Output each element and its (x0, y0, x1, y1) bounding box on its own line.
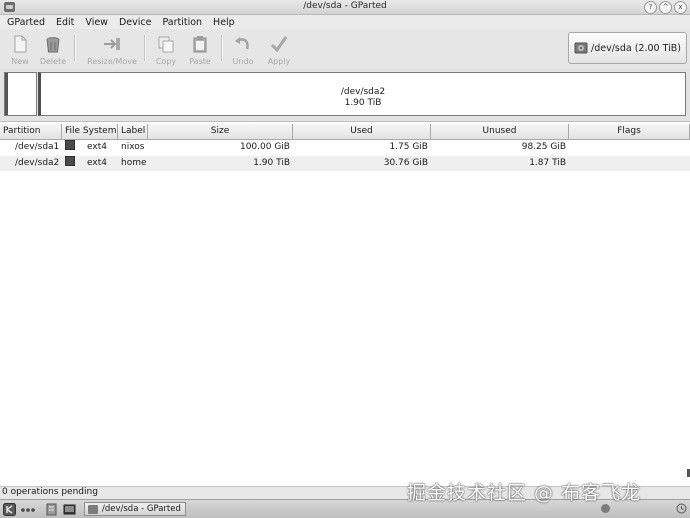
trash-icon (46, 37, 60, 53)
cell-flags (569, 156, 690, 171)
cell-partition: /dev/sda1 (15, 142, 60, 152)
new-button[interactable]: New (3, 32, 37, 66)
hard-disk-icon (574, 42, 588, 54)
partition-graph: /dev/sda2 1.90 TiB (0, 69, 690, 122)
copy-label: Copy (155, 57, 177, 66)
delete-button[interactable]: Delete (36, 32, 70, 66)
cell-unused: 1.87 TiB (529, 158, 566, 168)
terminal-icon[interactable] (63, 503, 76, 516)
menu-view[interactable]: View (78, 17, 112, 28)
resize-arrow-icon (104, 38, 120, 50)
cell-filesystem: ext4 (62, 140, 118, 155)
cell-size: 100.00 GiB (239, 142, 290, 152)
resize-move-button[interactable]: Resize/Move (87, 32, 137, 66)
copy-icon (158, 36, 174, 53)
window-thumbnail-icon (88, 504, 98, 514)
menu-gparted[interactable]: GParted (0, 17, 49, 28)
toolbar-separator (74, 35, 76, 61)
partition-block-sda2[interactable]: /dev/sda2 1.90 TiB (38, 72, 686, 116)
menu-partition[interactable]: Partition (155, 17, 206, 28)
dots-icon[interactable] (20, 503, 36, 516)
column-header-filesystem[interactable]: File System (62, 124, 118, 139)
delete-label: Delete (39, 57, 67, 66)
taskbar-task-gparted[interactable]: /dev/sda - GParted (84, 502, 186, 516)
menu-device[interactable]: Device (112, 17, 156, 28)
menu-edit[interactable]: Edit (49, 17, 78, 28)
title-bar: /dev/sda - GParted ? ^ x (0, 0, 690, 15)
window-title: /dev/sda - GParted (303, 1, 387, 11)
apply-label: Apply (267, 57, 291, 66)
filesystem-color-swatch (65, 156, 75, 166)
cell-flags (569, 140, 690, 155)
cell-size: 1.90 TiB (253, 158, 290, 168)
column-header-unused[interactable]: Unused (431, 124, 569, 139)
cell-partition: /dev/sda2 (15, 158, 60, 168)
watermark: 掘金技术社区 @ 布客飞龙 (407, 482, 642, 504)
column-header-label[interactable]: Label (118, 124, 148, 139)
partition-block-name: /dev/sda2 (340, 87, 386, 97)
menu-bar: GParted Edit View Device Partition Help (0, 15, 690, 29)
cell-filesystem: ext4 (62, 156, 118, 171)
undo-icon (235, 37, 249, 50)
file-manager-icon[interactable] (45, 503, 58, 516)
new-document-icon (14, 35, 27, 53)
new-label: New (11, 57, 29, 66)
partition-block-sda1[interactable] (4, 72, 37, 116)
cell-unused: 98.25 GiB (521, 142, 566, 152)
device-selector-value: /dev/sda (2.00 TiB) (591, 42, 681, 54)
column-header-size[interactable]: Size (148, 124, 293, 139)
cell-used: 1.75 GiB (389, 142, 428, 152)
window-controls: ? ^ x (644, 1, 687, 14)
undo-button[interactable]: Undo (226, 32, 260, 66)
cell-label: home (121, 158, 147, 168)
cell-used: 30.76 GiB (383, 158, 428, 168)
kde-menu-icon[interactable] (3, 503, 16, 516)
maximize-button[interactable]: ^ (659, 1, 672, 14)
status-text: 0 operations pending (2, 487, 98, 497)
menu-help[interactable]: Help (206, 17, 239, 28)
column-header-flags[interactable]: Flags (569, 124, 690, 139)
partition-table: Partition File System Label Size Used Un… (0, 122, 690, 486)
toolbar-separator (221, 35, 223, 61)
column-header-used[interactable]: Used (293, 124, 431, 139)
filesystem-color-swatch (65, 140, 75, 150)
help-title-button[interactable]: ? (644, 1, 657, 14)
close-button[interactable]: x (674, 1, 687, 14)
cell-filesystem-text: ext4 (87, 158, 107, 168)
table-header: Partition File System Label Size Used Un… (0, 124, 690, 140)
gparted-window: /dev/sda - GParted ? ^ x GParted Edit Vi… (0, 0, 690, 518)
checkmark-icon (270, 36, 288, 53)
device-selector[interactable]: /dev/sda (2.00 TiB) (568, 32, 687, 64)
toolbar-separator (144, 35, 146, 61)
cell-label: nixos (121, 142, 145, 152)
clipboard-icon (193, 36, 207, 53)
table-row[interactable]: /dev/sda2 ext4 home 1.90 TiB 30.76 GiB 1… (0, 156, 690, 171)
column-header-partition[interactable]: Partition (0, 124, 62, 139)
partition-stripe (5, 73, 8, 115)
paste-label: Paste (189, 57, 211, 66)
partition-block-size: 1.90 TiB (344, 98, 382, 108)
undo-label: Undo (232, 57, 254, 66)
apply-button[interactable]: Apply (262, 32, 296, 66)
clock-icon[interactable] (676, 503, 687, 514)
cell-filesystem-text: ext4 (87, 142, 107, 152)
copy-button[interactable]: Copy (149, 32, 183, 66)
resize-label: Resize/Move (87, 57, 137, 66)
taskbar-task-label: /dev/sda - GParted (102, 504, 181, 514)
paste-button[interactable]: Paste (183, 32, 217, 66)
table-row[interactable]: /dev/sda1 ext4 nixos 100.00 GiB 1.75 GiB… (0, 140, 690, 155)
